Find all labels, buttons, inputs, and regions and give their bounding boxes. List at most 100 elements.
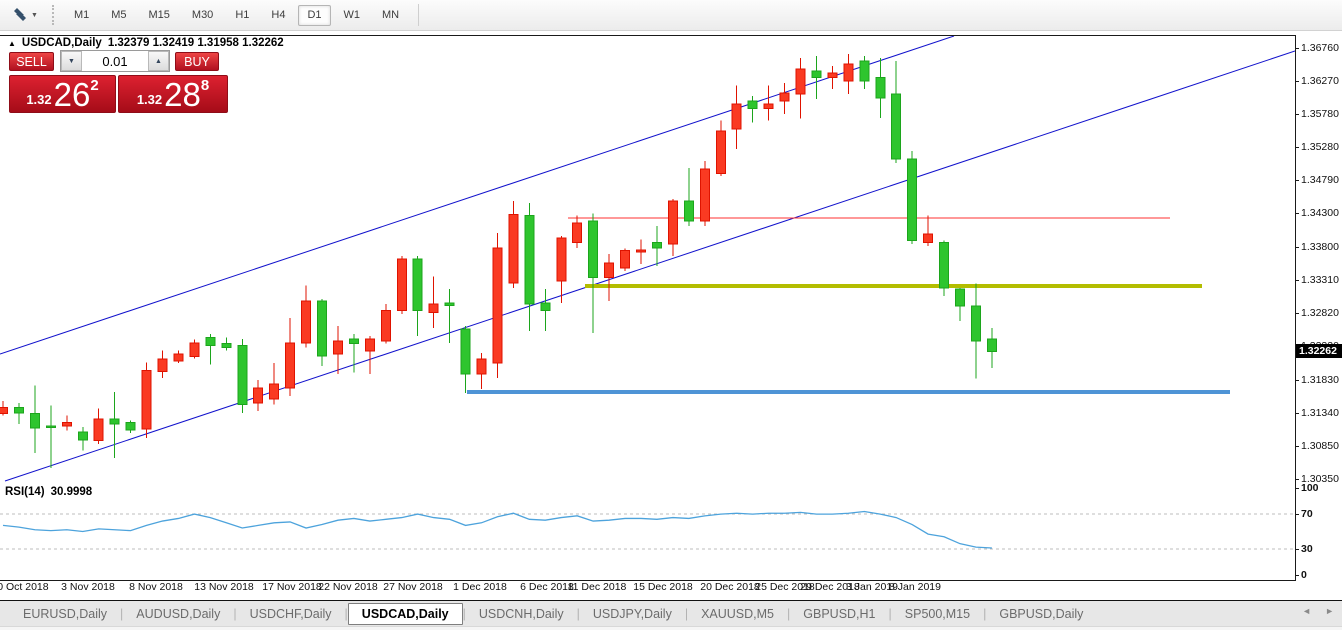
chart-tab-audusd-daily[interactable]: AUDUSD,Daily <box>123 604 233 624</box>
rsi-title: RSI(14) 30.9998 <box>5 486 92 498</box>
volume-stepper: ▼ 0.01 ▲ <box>60 50 170 72</box>
channel-lower[interactable] <box>5 51 1295 481</box>
chart-tab-usdchf-daily[interactable]: USDCHF,Daily <box>237 604 345 624</box>
price-tick <box>1295 81 1299 82</box>
candle <box>477 353 486 389</box>
ask-big-figure: 1.32 <box>137 92 162 107</box>
toolbar-grip <box>52 5 57 25</box>
price-tick <box>1295 280 1299 281</box>
chart-tab-gbpusd-daily[interactable]: GBPUSD,Daily <box>986 604 1096 624</box>
timeframe-button-m5[interactable]: M5 <box>102 5 135 26</box>
candle <box>206 334 215 364</box>
date-axis-label: 15 Dec 2018 <box>633 581 693 593</box>
candle <box>142 363 151 438</box>
timeframe-button-h1[interactable]: H1 <box>226 5 258 26</box>
chevron-down-icon[interactable]: ▼ <box>31 12 38 19</box>
timeframe-toolbar: ▼ M1M5M15M30H1H4D1W1MN <box>0 0 1342 31</box>
scroll-right-icon[interactable]: ► <box>1325 606 1334 616</box>
candle <box>716 121 725 176</box>
candle <box>429 276 438 328</box>
price-tick <box>1295 114 1299 115</box>
candle <box>270 363 279 404</box>
price-tick <box>1295 446 1299 447</box>
ask-pipette: 8 <box>201 77 209 94</box>
rsi-subwindow[interactable] <box>0 482 1296 581</box>
candle <box>573 216 582 248</box>
price-axis-label: 1.35280 <box>1301 142 1339 153</box>
rsi-axis-label: 70 <box>1301 509 1313 520</box>
current-price-badge: 1.32262 <box>1296 344 1342 358</box>
volume-increase-button[interactable]: ▲ <box>148 51 169 71</box>
timeframe-button-m15[interactable]: M15 <box>140 5 179 26</box>
timeframe-button-m30[interactable]: M30 <box>183 5 222 26</box>
candle <box>94 408 103 444</box>
candle <box>126 420 135 433</box>
date-axis-label: 6 Dec 2018 <box>520 581 574 593</box>
candle <box>222 338 231 351</box>
timeframe-button-h4[interactable]: H4 <box>262 5 294 26</box>
date-axis-label: 1 Dec 2018 <box>453 581 507 593</box>
candle <box>493 233 502 378</box>
rsi-line <box>3 511 992 548</box>
timeframe-button-mn[interactable]: MN <box>373 5 408 26</box>
candle <box>637 239 646 264</box>
rsi-tick <box>1295 549 1299 550</box>
date-axis-label: 17 Nov 2018 <box>262 581 322 593</box>
chart-tab-gbpusd-h1[interactable]: GBPUSD,H1 <box>790 604 888 624</box>
candle <box>0 401 8 416</box>
price-tick <box>1295 180 1299 181</box>
timeframe-button-m1[interactable]: M1 <box>65 5 98 26</box>
date-axis[interactable]: 30 Oct 20183 Nov 20188 Nov 201813 Nov 20… <box>0 581 1295 599</box>
date-axis-label: 11 Dec 2018 <box>568 581 627 593</box>
candle <box>397 256 406 314</box>
chart-tab-usdcad-daily[interactable]: USDCAD,Daily <box>348 603 463 625</box>
sell-button[interactable]: SELL <box>9 52 54 71</box>
ask-price-button[interactable]: 1.32 28 8 <box>118 75 228 113</box>
date-axis-label: 8 Jan 2019 <box>889 581 941 593</box>
candle <box>621 249 630 271</box>
timeframe-buttons: M1M5M15M30H1H4D1W1MN <box>63 5 410 26</box>
collapse-icon[interactable]: ▲ <box>8 39 16 48</box>
candle <box>987 328 996 368</box>
candle <box>700 161 709 226</box>
candle <box>365 336 374 374</box>
price-tick <box>1295 48 1299 49</box>
chart-type-button[interactable]: ▼ <box>6 5 44 25</box>
candle <box>46 406 55 469</box>
tab-scroll-buttons: ◄ ► <box>1302 606 1334 616</box>
price-axis-label: 1.33310 <box>1301 275 1339 286</box>
candle <box>796 58 805 119</box>
scroll-left-icon[interactable]: ◄ <box>1302 606 1311 616</box>
candle <box>110 392 119 458</box>
candle <box>924 216 933 246</box>
volume-value[interactable]: 0.01 <box>82 51 148 71</box>
candle <box>381 304 390 344</box>
chart-tab-xauusd-m5[interactable]: XAUUSD,M5 <box>688 604 787 624</box>
chart-tabs: EURUSD,Daily|AUDUSD,Daily|USDCHF,Daily|U… <box>10 603 1096 625</box>
chart-window: ▲ USDCAD,Daily 1.32379 1.32419 1.31958 1… <box>0 31 1342 600</box>
date-axis-label: 22 Nov 2018 <box>318 581 378 593</box>
chart-tab-usdcnh-daily[interactable]: USDCNH,Daily <box>466 604 577 624</box>
swap-arrows-icon <box>12 8 28 22</box>
rsi-tick <box>1295 575 1299 576</box>
chart-tab-bar: EURUSD,Daily|AUDUSD,Daily|USDCHF,Daily|U… <box>0 600 1342 627</box>
buy-button[interactable]: BUY <box>175 52 219 71</box>
candle <box>605 254 614 301</box>
candle <box>589 214 598 333</box>
candle <box>158 350 167 378</box>
mt4-window: ▼ M1M5M15M30H1H4D1W1MN ▲ USDCAD,Daily 1.… <box>0 0 1342 630</box>
chart-tab-sp500-m15[interactable]: SP500,M15 <box>892 604 983 624</box>
candle <box>286 318 295 396</box>
chart-tab-usdjpy-daily[interactable]: USDJPY,Daily <box>580 604 685 624</box>
chart-tab-eurusd-daily[interactable]: EURUSD,Daily <box>10 604 120 624</box>
volume-decrease-button[interactable]: ▼ <box>61 51 82 71</box>
candle <box>668 199 677 256</box>
candle <box>190 340 199 359</box>
bid-price-button[interactable]: 1.32 26 2 <box>9 75 116 113</box>
timeframe-button-d1[interactable]: D1 <box>298 5 330 26</box>
rsi-canvas <box>0 482 1295 580</box>
candle <box>174 350 183 363</box>
timeframe-button-w1[interactable]: W1 <box>335 5 370 26</box>
rsi-axis-label: 0 <box>1301 570 1307 581</box>
price-axis-label: 1.34790 <box>1301 175 1339 186</box>
